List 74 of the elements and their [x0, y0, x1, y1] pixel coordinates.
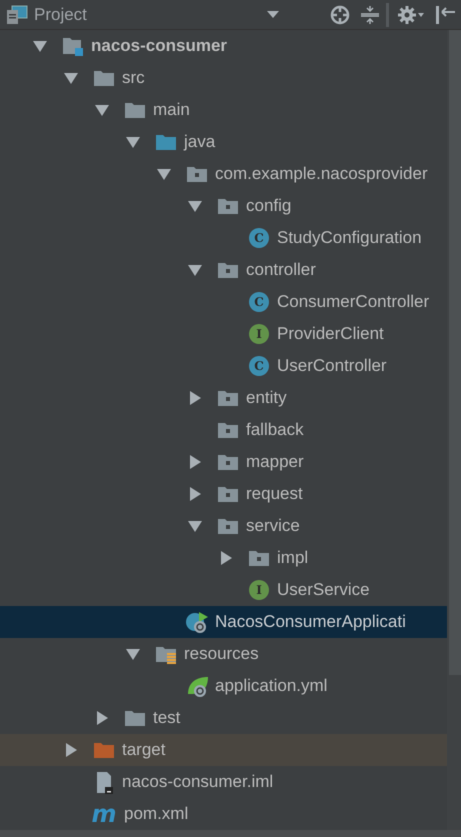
interface-icon: I [249, 324, 269, 344]
tree-row[interactable]: fallback [0, 414, 447, 446]
settings-icon[interactable] [397, 4, 425, 24]
tree-row[interactable]: java [0, 126, 447, 158]
tree-item-label: config [246, 196, 292, 216]
expand-arrow-icon[interactable] [124, 135, 142, 149]
tree-row[interactable]: impl [0, 542, 447, 574]
tree-row[interactable]: request [0, 478, 447, 510]
tree-row[interactable]: entity [0, 382, 447, 414]
tree-row[interactable]: application.yml [0, 670, 447, 702]
tree-row[interactable]: controller [0, 254, 447, 286]
tree-item-label: UserService [277, 580, 370, 600]
tree-item-label: resources [184, 644, 259, 664]
tree-item-label: impl [277, 548, 308, 568]
expand-arrow-icon[interactable] [62, 71, 80, 85]
tree-item-label: NacosConsumerApplicati [215, 612, 406, 632]
panel-title: Project [34, 4, 87, 24]
tree-row[interactable]: target [0, 734, 447, 766]
spring-app-icon [185, 610, 209, 634]
tree-item-label: request [246, 484, 303, 504]
tree-row[interactable]: mapper [0, 446, 447, 478]
tree-row[interactable]: nacos-consumer [0, 30, 447, 62]
tree-item-label: StudyConfiguration [277, 228, 422, 248]
hide-panel-icon[interactable] [435, 4, 457, 24]
locate-icon[interactable] [330, 4, 350, 24]
tree-row[interactable]: m pom.xml [0, 798, 447, 830]
tree-row[interactable]: nacos-consumer.iml [0, 766, 447, 798]
tree-item-label: service [246, 516, 300, 536]
tree-item-label: UserController [277, 356, 387, 376]
tree-row[interactable]: C StudyConfiguration [0, 222, 447, 254]
tree-row[interactable]: test [0, 702, 447, 734]
tree-row[interactable]: main [0, 94, 447, 126]
tree-item-label: ProviderClient [277, 324, 384, 344]
spring-leaf-icon [185, 674, 209, 698]
expand-arrow-icon[interactable] [155, 167, 173, 181]
tree-item-label: com.example.nacosprovider [215, 164, 428, 184]
tree-row[interactable]: src [0, 62, 447, 94]
class-icon: C [249, 228, 269, 248]
dropdown-caret-icon[interactable] [266, 10, 279, 18]
tree-row[interactable]: NacosConsumerApplicati [0, 606, 447, 638]
tree-item-label: nacos-consumer.iml [122, 772, 274, 792]
expand-arrow-icon[interactable] [186, 199, 204, 213]
tree-item-label: src [122, 68, 145, 88]
tree-row[interactable]: service [0, 510, 447, 542]
tree-item-label: pom.xml [124, 804, 188, 824]
tree-item-label: nacos-consumer [91, 36, 228, 56]
tree-row[interactable]: com.example.nacosprovider [0, 158, 447, 190]
expand-arrow-icon[interactable] [186, 519, 204, 533]
maven-icon: m [92, 802, 116, 826]
project-icon [6, 4, 28, 24]
expand-arrow-icon[interactable] [31, 39, 49, 53]
tree-item-label: java [184, 132, 216, 152]
expand-arrow-icon[interactable] [124, 647, 142, 661]
tree-row[interactable]: config [0, 190, 447, 222]
interface-icon: I [249, 580, 269, 600]
tree-item-label: application.yml [215, 676, 328, 696]
tree-item-label: target [122, 740, 166, 760]
collapse-all-icon[interactable] [360, 4, 380, 24]
tree-item-label: ConsumerController [277, 292, 430, 312]
class-icon: C [249, 292, 269, 312]
tree-item-label: test [153, 708, 180, 728]
class-icon: C [249, 356, 269, 376]
tree-item-label: controller [246, 260, 316, 280]
tree-item-label: entity [246, 388, 287, 408]
expand-arrow-icon[interactable] [93, 103, 111, 117]
tree-item-label: main [153, 100, 190, 120]
tree-row[interactable]: I ProviderClient [0, 318, 447, 350]
tree-item-label: mapper [246, 452, 304, 472]
tree-row[interactable]: resources [0, 638, 447, 670]
tree-item-label: fallback [246, 420, 304, 440]
tree-row[interactable]: I UserService [0, 574, 447, 606]
expand-arrow-icon[interactable] [186, 263, 204, 277]
tree-row[interactable]: C UserController [0, 350, 447, 382]
tree-row[interactable]: C ConsumerController [0, 286, 447, 318]
